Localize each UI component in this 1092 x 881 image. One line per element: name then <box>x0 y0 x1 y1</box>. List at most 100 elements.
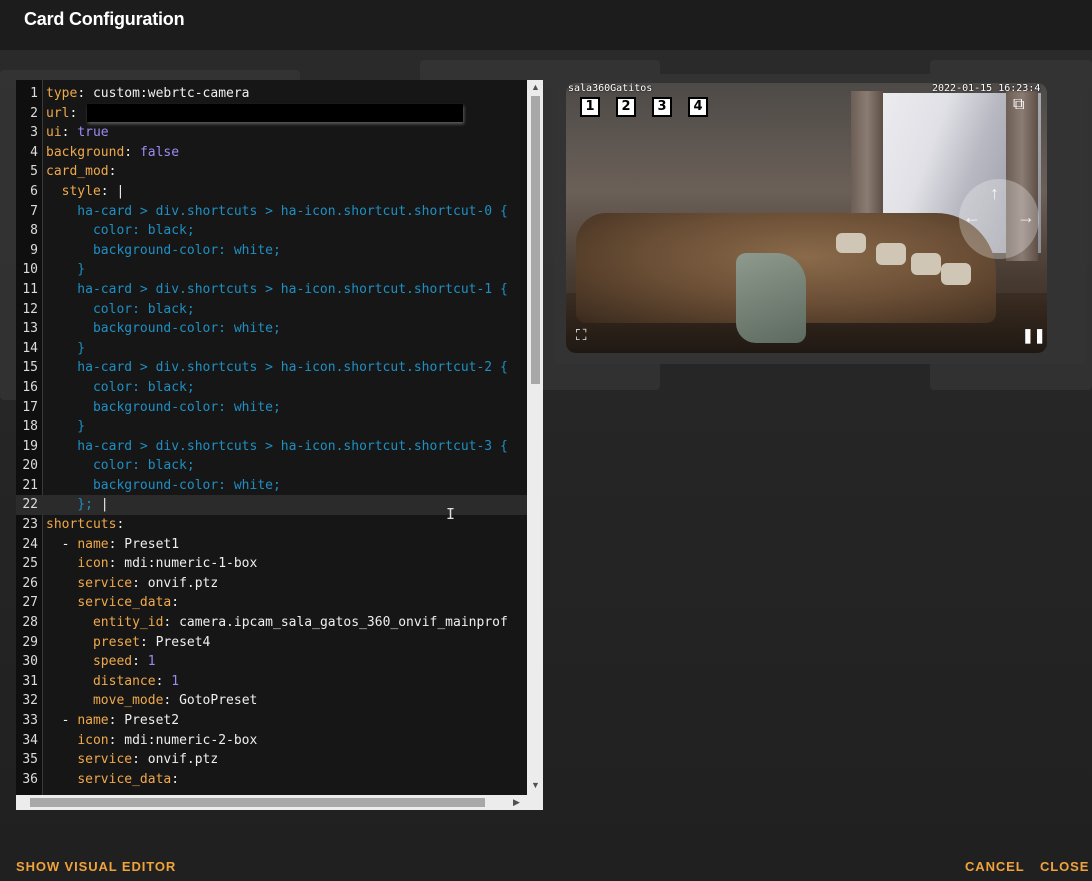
code-text[interactable]: preset: Preset4 <box>46 633 210 653</box>
code-text[interactable]: ui: true <box>46 123 109 143</box>
code-line[interactable]: 9 background-color: white; <box>16 241 543 261</box>
code-line[interactable]: 25 icon: mdi:numeric-1-box <box>16 554 543 574</box>
vertical-scrollbar[interactable]: ▲ ▼ <box>527 80 543 795</box>
code-line[interactable]: 10 } <box>16 260 543 280</box>
code-text[interactable]: icon: mdi:numeric-2-box <box>46 731 257 751</box>
scroll-up-icon[interactable]: ▲ <box>531 82 540 92</box>
code-line[interactable]: 19 ha-card > div.shortcuts > ha-icon.sho… <box>16 437 543 457</box>
code-text[interactable]: distance: 1 <box>46 672 179 692</box>
vertical-scroll-thumb[interactable] <box>531 96 540 384</box>
code-text[interactable]: ha-card > div.shortcuts > ha-icon.shortc… <box>46 437 507 457</box>
code-text[interactable]: color: black; <box>46 378 195 398</box>
code-text[interactable]: speed: 1 <box>46 652 156 672</box>
line-number: 18 <box>22 419 38 435</box>
code-line[interactable]: 26 service: onvif.ptz <box>16 574 543 594</box>
code-line[interactable]: 20 color: black; <box>16 456 543 476</box>
close-button[interactable]: CLOSE <box>1040 859 1089 874</box>
code-text[interactable]: card_mod: <box>46 162 116 182</box>
code-text[interactable]: service_data: <box>46 770 179 790</box>
code-line[interactable]: 33 - name: Preset2 <box>16 711 543 731</box>
show-visual-editor-button[interactable]: SHOW VISUAL EDITOR <box>16 859 176 874</box>
code-line[interactable]: 34 icon: mdi:numeric-2-box <box>16 731 543 751</box>
code-text[interactable]: background-color: white; <box>46 398 281 418</box>
code-line[interactable]: 21 background-color: white; <box>16 476 543 496</box>
code-token: background <box>46 144 125 160</box>
code-text[interactable]: icon: mdi:numeric-1-box <box>46 554 257 574</box>
code-text[interactable]: style: | <box>46 182 125 202</box>
code-line[interactable]: 29 preset: Preset4 <box>16 633 543 653</box>
code-line[interactable]: 30 speed: 1 <box>16 652 543 672</box>
code-text[interactable]: ha-card > div.shortcuts > ha-icon.shortc… <box>46 280 507 300</box>
horizontal-scrollbar[interactable]: ▶ <box>16 795 543 810</box>
code-line[interactable]: 11 ha-card > div.shortcuts > ha-icon.sho… <box>16 280 543 300</box>
fullscreen-icon[interactable]: ⛶ <box>576 327 587 344</box>
ptz-left-icon[interactable]: ← <box>963 207 981 228</box>
code-text[interactable]: background: false <box>46 143 179 163</box>
code-line[interactable]: 14 } <box>16 339 543 359</box>
code-text[interactable]: service_data: <box>46 593 179 613</box>
code-text[interactable]: background-color: white; <box>46 476 281 496</box>
code-line[interactable]: 8 color: black; <box>16 221 543 241</box>
scroll-right-icon[interactable]: ▶ <box>513 797 520 808</box>
code-lines[interactable]: 1 type: custom:webrtc-camera 2 url: 3 ui: tr… <box>16 84 543 789</box>
ptz-up-icon[interactable]: ↑ <box>990 183 999 204</box>
code-line[interactable]: 28 entity_id: camera.ipcam_sala_gatos_36… <box>16 613 543 633</box>
code-line[interactable]: 4 background: false <box>16 143 543 163</box>
code-line[interactable]: 16 color: black; <box>16 378 543 398</box>
code-text[interactable]: url: <box>46 104 464 124</box>
horizontal-scroll-thumb[interactable] <box>30 798 485 807</box>
code-text[interactable]: background-color: white; <box>46 241 281 261</box>
ptz-control[interactable]: ↑ ← → <box>959 179 1039 259</box>
code-line[interactable]: 35 service: onvif.ptz <box>16 750 543 770</box>
camera-stream[interactable]: sala360Gatitos 2022-01-15 16:23:4 1 2 3 … <box>566 83 1047 353</box>
code-line[interactable]: 6 style: | <box>16 182 543 202</box>
code-line[interactable]: 7 ha-card > div.shortcuts > ha-icon.shor… <box>16 202 543 222</box>
code-text[interactable]: - name: Preset1 <box>46 535 179 555</box>
yaml-code-editor[interactable]: 1 type: custom:webrtc-camera 2 url: 3 ui: tr… <box>16 80 543 810</box>
ptz-right-icon[interactable]: → <box>1017 207 1035 228</box>
code-line[interactable]: 22 }; | <box>16 495 543 516</box>
code-line[interactable]: 5 card_mod: <box>16 162 543 182</box>
code-text[interactable]: } <box>46 260 85 280</box>
code-line[interactable]: 3 ui: true <box>16 123 543 143</box>
code-text[interactable]: color: black; <box>46 221 195 241</box>
code-line[interactable]: 18 } <box>16 417 543 437</box>
code-line[interactable]: 1 type: custom:webrtc-camera <box>16 84 543 104</box>
code-line[interactable]: 12 color: black; <box>16 300 543 320</box>
code-text[interactable]: entity_id: camera.ipcam_sala_gatos_360_o… <box>46 613 508 633</box>
code-line[interactable]: 32 move_mode: GotoPreset <box>16 691 543 711</box>
code-text[interactable]: type: custom:webrtc-camera <box>46 84 250 104</box>
code-line[interactable]: 17 background-color: white; <box>16 398 543 418</box>
code-text[interactable]: color: black; <box>46 300 195 320</box>
code-text[interactable]: background-color: white; <box>46 319 281 339</box>
line-number: 10 <box>22 262 38 278</box>
shortcut-preset-4[interactable]: 4 <box>688 97 708 117</box>
code-text[interactable]: service: onvif.ptz <box>46 750 218 770</box>
cancel-button[interactable]: CANCEL <box>965 859 1025 874</box>
code-text[interactable]: } <box>46 417 85 437</box>
picture-in-picture-icon[interactable]: ⧉ <box>1013 96 1024 114</box>
code-text[interactable]: service: onvif.ptz <box>46 574 218 594</box>
code-line[interactable]: 13 background-color: white; <box>16 319 543 339</box>
code-text[interactable]: }; | <box>46 495 108 515</box>
code-text[interactable]: shortcuts: <box>46 515 124 535</box>
code-line[interactable]: 2 url: <box>16 104 543 124</box>
code-text[interactable]: ha-card > div.shortcuts > ha-icon.shortc… <box>46 202 507 222</box>
code-line[interactable]: 23 shortcuts: <box>16 515 543 535</box>
shortcut-preset-1[interactable]: 1 <box>580 97 600 117</box>
code-line[interactable]: 36 service_data: <box>16 770 543 790</box>
shortcut-preset-2[interactable]: 2 <box>616 97 636 117</box>
code-text[interactable]: color: black; <box>46 456 195 476</box>
code-line[interactable]: 24 - name: Preset1 <box>16 535 543 555</box>
code-text[interactable]: } <box>46 339 85 359</box>
code-text[interactable]: - name: Preset2 <box>46 711 179 731</box>
code-line[interactable]: 15 ha-card > div.shortcuts > ha-icon.sho… <box>16 358 543 378</box>
line-number: 31 <box>22 673 38 689</box>
code-text[interactable]: ha-card > div.shortcuts > ha-icon.shortc… <box>46 358 507 378</box>
scroll-down-icon[interactable]: ▼ <box>531 780 540 790</box>
code-line[interactable]: 31 distance: 1 <box>16 672 543 692</box>
code-text[interactable]: move_mode: GotoPreset <box>46 691 257 711</box>
code-line[interactable]: 27 service_data: <box>16 593 543 613</box>
shortcut-preset-3[interactable]: 3 <box>652 97 672 117</box>
pause-icon[interactable]: ❚❚ <box>1022 327 1045 344</box>
